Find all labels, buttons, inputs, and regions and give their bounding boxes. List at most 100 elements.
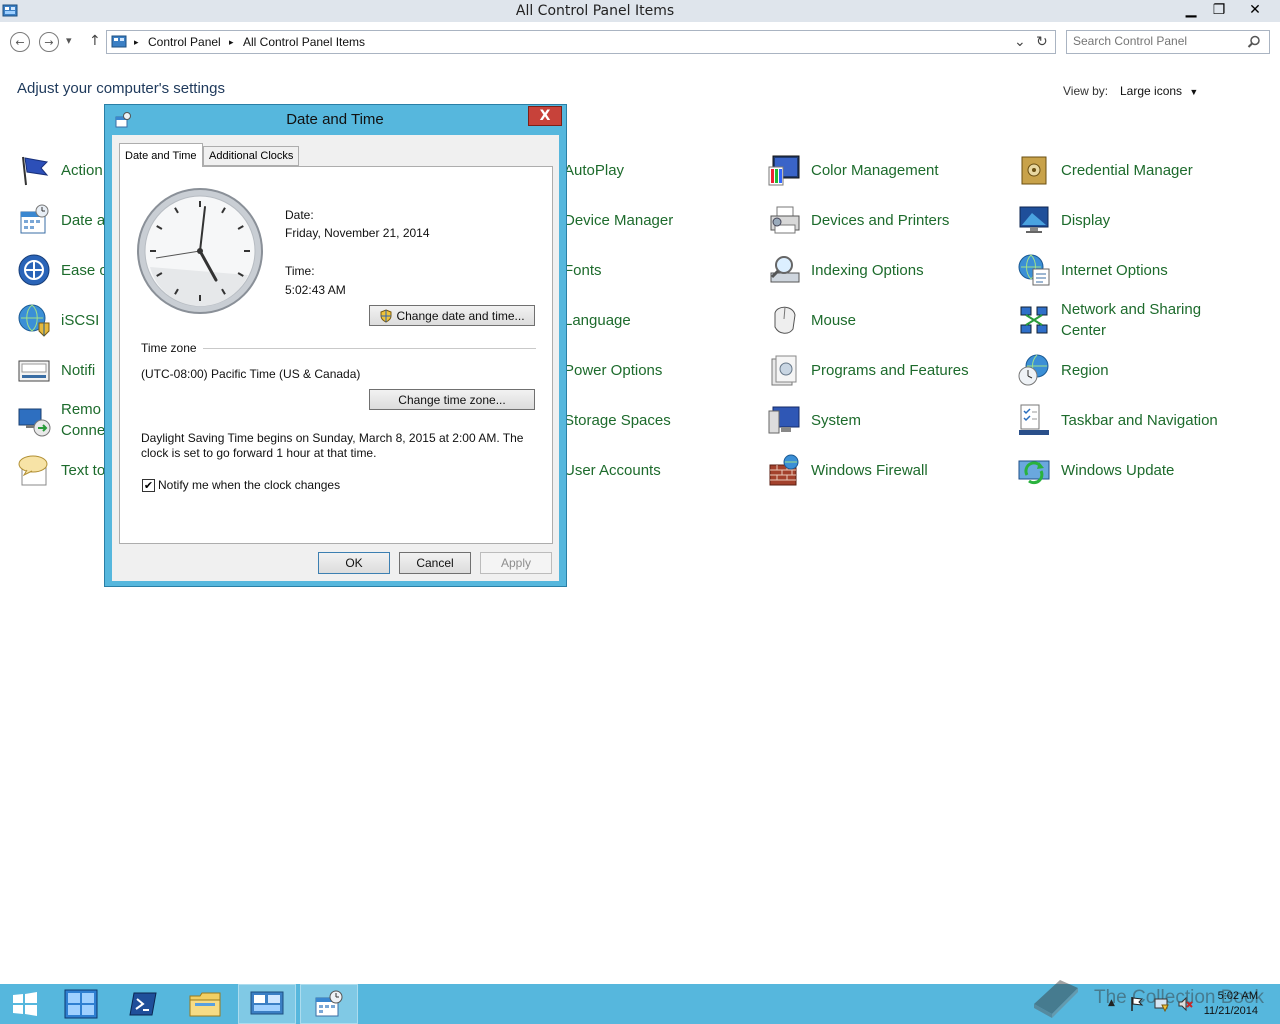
item-user-accounts[interactable]: User Accounts (564, 448, 661, 492)
item-power-options[interactable]: Power Options (564, 348, 662, 392)
speaker-muted-icon[interactable] (1177, 996, 1193, 1012)
chevron-up-icon: ▲ (1108, 998, 1115, 1008)
item-devices-and-printers[interactable]: Devices and Printers (767, 198, 949, 242)
item-color-management[interactable]: Color Management (767, 148, 939, 192)
window-titlebar: All Control Panel Items ▁ ❐ ✕ (0, 0, 1280, 22)
flag-icon (22, 156, 49, 186)
item-notification-area-icons[interactable]: Notifi (17, 348, 95, 392)
update-arrows-icon (1018, 460, 1050, 485)
close-icon: X (539, 108, 551, 124)
item-label: Notifi (61, 361, 96, 379)
search-input[interactable] (1073, 34, 1243, 48)
item-display[interactable]: Display (1017, 198, 1110, 242)
cancel-button[interactable]: Cancel (399, 552, 471, 574)
taskbar-powershell[interactable] (114, 984, 172, 1024)
start-button[interactable] (0, 984, 54, 1024)
taskbar-file-explorer[interactable] (176, 984, 234, 1024)
forward-button[interactable]: → (39, 32, 59, 52)
recent-locations-button[interactable]: ▾ (66, 34, 72, 47)
address-dropdown-icon[interactable]: ⌄ (1014, 33, 1026, 50)
taskbar-control-panel[interactable] (238, 984, 296, 1024)
item-date-and-time[interactable]: Date a (17, 198, 105, 242)
breadcrumb-control-panel[interactable]: Control Panel (148, 35, 221, 49)
magnifier-icon[interactable] (1247, 35, 1261, 49)
item-windows-update[interactable]: Windows Update (1017, 448, 1174, 492)
back-button[interactable]: ← (10, 32, 30, 52)
item-storage-spaces[interactable]: Storage Spaces (564, 398, 671, 442)
breadcrumb-separator-icon: ▸ (134, 37, 139, 47)
minimize-button[interactable]: ▁ (1177, 0, 1205, 20)
date-time-dialog: Date and Time X Date and Time Additional… (104, 104, 567, 587)
search-box[interactable] (1066, 30, 1270, 54)
control-panel-small-icon (111, 35, 127, 48)
tray-time: 5:02 AM (1217, 990, 1258, 1002)
windows-logo-icon (13, 992, 37, 1016)
item-action-center[interactable]: Action (17, 148, 103, 192)
notify-checkbox[interactable]: ✔ (142, 479, 155, 492)
item-internet-options[interactable]: Internet Options (1017, 248, 1168, 292)
mouse-icon (774, 306, 796, 334)
item-programs-and-features[interactable]: Programs and Features (767, 348, 969, 392)
timezone-heading: Time zone (141, 341, 197, 355)
item-label: User Accounts (564, 461, 661, 479)
server-manager-icon (64, 989, 98, 1019)
speech-bubble-icon (18, 455, 48, 486)
address-bar-row: ← → ▾ ↑ ▸ Control Panel ▸ All Control Pa… (0, 22, 1280, 60)
breadcrumb-all-items[interactable]: All Control Panel Items (243, 35, 365, 49)
item-device-manager[interactable]: Device Manager (564, 198, 673, 242)
item-fonts[interactable]: Fonts (564, 248, 602, 292)
item-iscsi-initiator[interactable]: iSCSI I (17, 298, 108, 342)
item-label: Network and Sharing Center (1061, 301, 1202, 339)
tray-clock[interactable]: 5:02 AM 11/21/2014 (1196, 989, 1258, 1019)
network-icon (1020, 306, 1048, 334)
item-windows-firewall[interactable]: Windows Firewall (767, 448, 928, 492)
item-remoteapp[interactable]: Remo Conne (17, 398, 105, 442)
item-label: Color Management (811, 161, 939, 179)
vault-icon (1021, 156, 1047, 185)
item-label: AutoPlay (564, 161, 625, 179)
network-warning-icon[interactable] (1154, 996, 1170, 1012)
item-autoplay[interactable]: AutoPlay (564, 148, 624, 192)
dialog-close-button[interactable]: X (528, 106, 562, 126)
close-button[interactable]: ✕ (1238, 0, 1272, 20)
item-language[interactable]: Language (564, 298, 631, 342)
dialog-body: Date and Time Additional Clocks Date: Fr… (112, 135, 559, 581)
globe-clock-icon (1018, 354, 1049, 386)
notification-tray-icon (18, 360, 50, 382)
change-date-time-button[interactable]: Change date and time... (369, 305, 535, 326)
item-credential-manager[interactable]: Credential Manager (1017, 148, 1193, 192)
refresh-icon[interactable]: ↻ (1036, 33, 1048, 50)
item-label: iSCSI I (61, 311, 108, 329)
item-label: Indexing Options (811, 261, 924, 279)
dialog-title: Date and Time (286, 111, 384, 128)
tab-date-and-time[interactable]: Date and Time (119, 143, 203, 167)
item-label: Ease o (61, 261, 108, 279)
view-by: View by: Large icons ▼ (1063, 84, 1198, 98)
tray-expand-button[interactable]: ▲ (1108, 998, 1115, 1008)
taskbar-date-time[interactable] (300, 984, 358, 1024)
tab-panel-date-and-time: Date: Friday, November 21, 2014 Time: 5:… (119, 166, 553, 544)
taskbar-checklist-icon (1019, 404, 1049, 435)
view-by-dropdown[interactable]: Large icons ▼ (1120, 84, 1198, 98)
item-text-to-speech[interactable]: Text to (17, 448, 105, 492)
change-timezone-button[interactable]: Change time zone... (369, 389, 535, 410)
item-ease-of-access[interactable]: Ease o (17, 248, 108, 292)
globe-doc-icon (1018, 254, 1050, 286)
address-bar[interactable]: ▸ Control Panel ▸ All Control Panel Item… (106, 30, 1056, 54)
taskbar-server-manager[interactable] (52, 984, 110, 1024)
dst-text-line2: clock is set to go forward 1 hour at tha… (141, 446, 377, 460)
apply-button[interactable]: Apply (480, 552, 552, 574)
ok-button[interactable]: OK (318, 552, 390, 574)
restore-button[interactable]: ❐ (1205, 0, 1233, 20)
breadcrumb-separator-icon: ▸ (229, 37, 234, 47)
item-region[interactable]: Region (1017, 348, 1109, 392)
tab-additional-clocks[interactable]: Additional Clocks (203, 146, 300, 166)
view-by-label: View by: (1063, 84, 1109, 98)
item-taskbar-and-navigation[interactable]: Taskbar and Navigation (1017, 398, 1218, 442)
action-center-flag-icon[interactable] (1130, 996, 1144, 1012)
item-mouse[interactable]: Mouse (767, 298, 856, 342)
item-indexing-options[interactable]: Indexing Options (767, 248, 924, 292)
up-button[interactable]: ↑ (89, 33, 101, 49)
item-system[interactable]: System (767, 398, 861, 442)
item-network-and-sharing[interactable]: Network and Sharing Center (1017, 298, 1201, 342)
